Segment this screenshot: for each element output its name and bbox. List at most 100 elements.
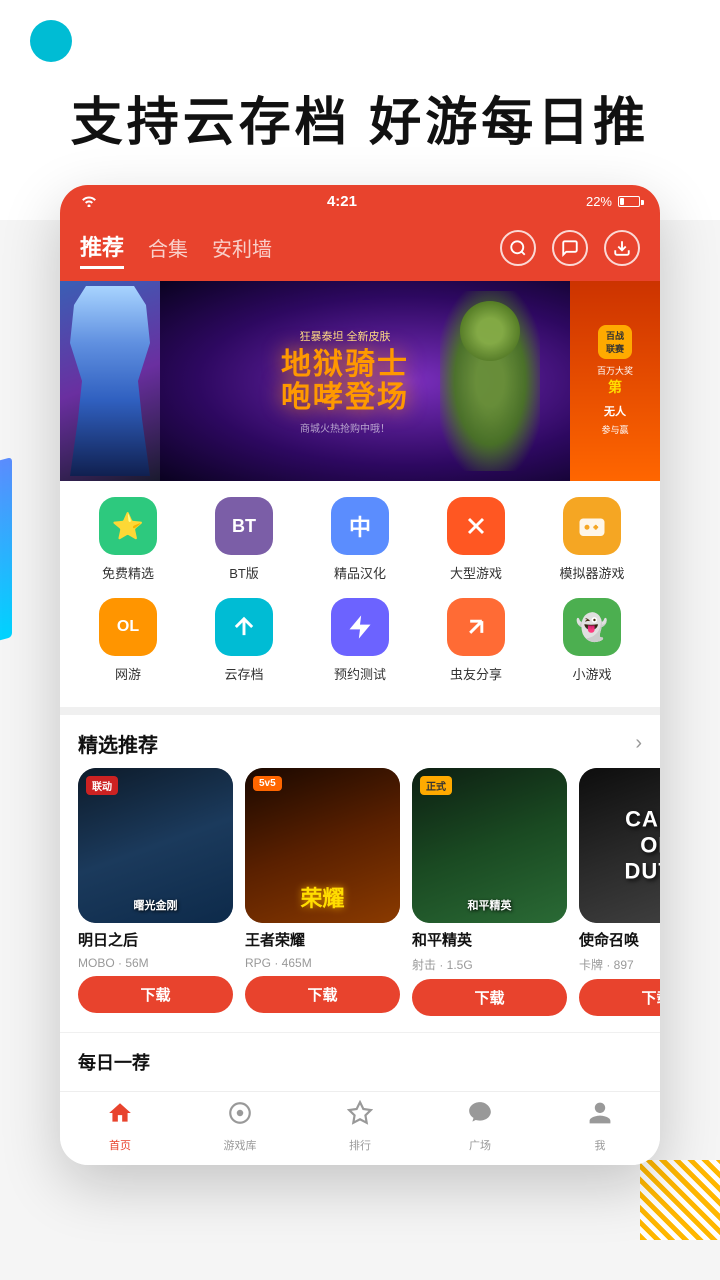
nav-me-label: 我 xyxy=(595,1137,606,1153)
library-icon xyxy=(227,1100,253,1133)
nav-ranking-label: 排行 xyxy=(349,1137,371,1153)
banner-title: 地狱骑士咆哮登场 xyxy=(281,348,409,414)
cat-cloud-icon xyxy=(215,598,273,656)
cat-share-label: 虫友分享 xyxy=(450,664,502,683)
game-icon-1[interactable]: 5v5 荣耀 xyxy=(245,768,400,923)
battery-icon xyxy=(618,196,640,207)
cat-reserve-icon xyxy=(331,598,389,656)
ranking-icon xyxy=(347,1100,373,1133)
banner-subtitle: 狂暴泰坦 全新皮肤 xyxy=(281,328,409,344)
cat-cloud[interactable]: 云存档 xyxy=(194,598,294,683)
banner-left-image xyxy=(60,281,160,481)
download-btn-2[interactable]: 下载 xyxy=(412,979,567,1016)
wifi-icon xyxy=(80,193,98,210)
featured-title: 精选推荐 xyxy=(78,729,158,758)
game-meta-3: 卡牌 · 897 xyxy=(579,956,660,973)
nav-action-icons xyxy=(500,230,640,266)
cat-bt-label: BT版 xyxy=(229,563,259,582)
game-tag-2: 正式 xyxy=(420,776,452,795)
cat-online-label: 网游 xyxy=(115,664,141,683)
download-btn-0[interactable]: 下载 xyxy=(78,976,233,1013)
category-section: ⭐ 免费精选 BT BT版 中 精品汉化 大型游戏 xyxy=(60,481,660,707)
nav-plaza-label: 广场 xyxy=(469,1137,491,1153)
download-btn-1[interactable]: 下载 xyxy=(245,976,400,1013)
chat-button[interactable] xyxy=(552,230,588,266)
cat-mini[interactable]: 👻 小游戏 xyxy=(542,598,642,683)
phone-mockup: 4:21 22% 推荐 合集 安利墙 xyxy=(60,185,660,1165)
top-nav-bar: 推荐 合集 安利墙 xyxy=(60,218,660,281)
nav-library-label: 游戏库 xyxy=(224,1137,257,1153)
cat-large-label: 大型游戏 xyxy=(450,563,502,582)
cat-emulator-label: 模拟器游戏 xyxy=(559,563,624,582)
battery-percent: 22% xyxy=(586,194,612,209)
nav-ranking[interactable]: 排行 xyxy=(320,1100,400,1153)
cat-large[interactable]: 大型游戏 xyxy=(426,497,526,582)
cat-free[interactable]: ⭐ 免费精选 xyxy=(78,497,178,582)
plaza-icon xyxy=(467,1100,493,1133)
game-item-3: CALLOFDUTY 使命召唤 卡牌 · 897 下载 xyxy=(579,768,660,1016)
status-left xyxy=(80,193,98,210)
game-name-1: 王者荣耀 xyxy=(245,929,400,950)
game-meta-0: MOBO · 56M xyxy=(78,956,233,970)
game-icon-2[interactable]: 正式 和平精英 xyxy=(412,768,567,923)
banner-main[interactable]: 狂暴泰坦 全新皮肤 地狱骑士咆哮登场 商城火热抢购中哦！ xyxy=(160,281,570,481)
status-bar: 4:21 22% xyxy=(60,185,660,218)
banner-desc: 商城火热抢购中哦！ xyxy=(281,420,409,435)
banner-prize-text: 百万大奖 第 无人 参与赢 xyxy=(597,365,633,437)
game-tag-0: 联动 xyxy=(86,776,118,795)
cod-text: CALLOFDUTY xyxy=(592,806,661,885)
cat-chinese-label: 精品汉化 xyxy=(334,563,386,582)
download-btn-3[interactable]: 下载 xyxy=(579,979,660,1016)
cat-share[interactable]: 虫友分享 xyxy=(426,598,526,683)
game-list: 联动 曙光金刚 明日之后 MOBO · 56M 下载 5v5 荣耀 王者荣耀 R… xyxy=(60,768,660,1032)
deco-stripe-blue xyxy=(0,457,12,643)
cat-online-icon: OL xyxy=(99,598,157,656)
bottom-nav: 首页 游戏库 排行 广场 xyxy=(60,1091,660,1165)
game-item-1: 5v5 荣耀 王者荣耀 RPG · 465M 下载 xyxy=(245,768,400,1016)
cat-free-label: 免费精选 xyxy=(102,563,154,582)
banner-left xyxy=(60,281,160,481)
section-divider xyxy=(60,707,660,715)
download-button[interactable] xyxy=(604,230,640,266)
cat-bt[interactable]: BT BT版 xyxy=(194,497,294,582)
nav-library[interactable]: 游戏库 xyxy=(200,1100,280,1153)
cat-reserve[interactable]: 预约测试 xyxy=(310,598,410,683)
cat-emulator[interactable]: 模拟器游戏 xyxy=(542,497,642,582)
cat-chinese[interactable]: 中 精品汉化 xyxy=(310,497,410,582)
game-icon-0[interactable]: 联动 曙光金刚 xyxy=(78,768,233,923)
status-time: 4:21 xyxy=(98,193,586,210)
cat-cloud-label: 云存档 xyxy=(224,664,263,683)
cat-online[interactable]: OL 网游 xyxy=(78,598,178,683)
featured-arrow[interactable]: › xyxy=(635,732,642,755)
cat-large-icon xyxy=(447,497,505,555)
game-icon-3[interactable]: CALLOFDUTY xyxy=(579,768,660,923)
nav-plaza[interactable]: 广场 xyxy=(440,1100,520,1153)
search-button[interactable] xyxy=(500,230,536,266)
game-meta-1: RPG · 465M xyxy=(245,956,400,970)
nav-tab-recommend-wall[interactable]: 安利墙 xyxy=(212,229,272,266)
status-right: 22% xyxy=(586,194,640,209)
deco-stripe-orange xyxy=(640,1160,720,1240)
game-item-0: 联动 曙光金刚 明日之后 MOBO · 56M 下载 xyxy=(78,768,233,1016)
cat-free-icon: ⭐ xyxy=(99,497,157,555)
daily-recommend-title: 每日一荐 xyxy=(78,1053,150,1073)
nav-home[interactable]: 首页 xyxy=(80,1100,160,1153)
game-meta-2: 射击 · 1.5G xyxy=(412,956,567,973)
nav-tab-recommend[interactable]: 推荐 xyxy=(80,226,124,269)
nav-tab-collection[interactable]: 合集 xyxy=(148,229,188,266)
cat-mini-label: 小游戏 xyxy=(572,664,611,683)
cat-reserve-label: 预约测试 xyxy=(334,664,386,683)
cat-mini-icon: 👻 xyxy=(563,598,621,656)
cat-chinese-icon: 中 xyxy=(331,497,389,555)
nav-home-label: 首页 xyxy=(109,1137,131,1153)
category-row-2: OL 网游 云存档 预约测试 xyxy=(70,598,650,683)
banner-right[interactable]: 百战 联赛 百万大奖 第 无人 参与赢 xyxy=(570,281,660,481)
featured-section-header: 精选推荐 › xyxy=(60,715,660,768)
cat-bt-icon: BT xyxy=(215,497,273,555)
cat-share-icon xyxy=(447,598,505,656)
nav-me[interactable]: 我 xyxy=(560,1100,640,1153)
banner-section[interactable]: 狂暴泰坦 全新皮肤 地狱骑士咆哮登场 商城火热抢购中哦！ 百战 联赛 百万大奖 … xyxy=(60,281,660,481)
game-item-2: 正式 和平精英 和平精英 射击 · 1.5G 下载 xyxy=(412,768,567,1016)
home-icon xyxy=(107,1100,133,1133)
blue-dot xyxy=(30,20,72,62)
